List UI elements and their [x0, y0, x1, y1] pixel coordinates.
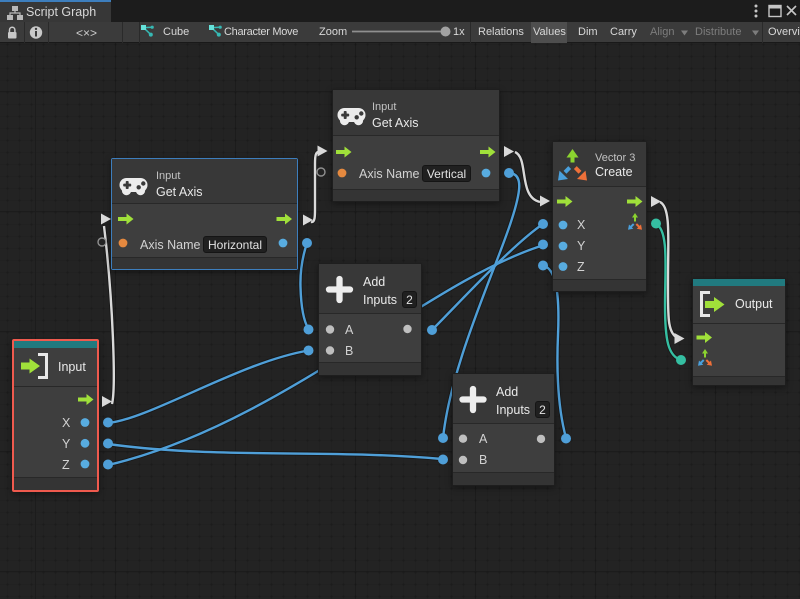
svg-text:<×>: <×> — [76, 26, 97, 40]
